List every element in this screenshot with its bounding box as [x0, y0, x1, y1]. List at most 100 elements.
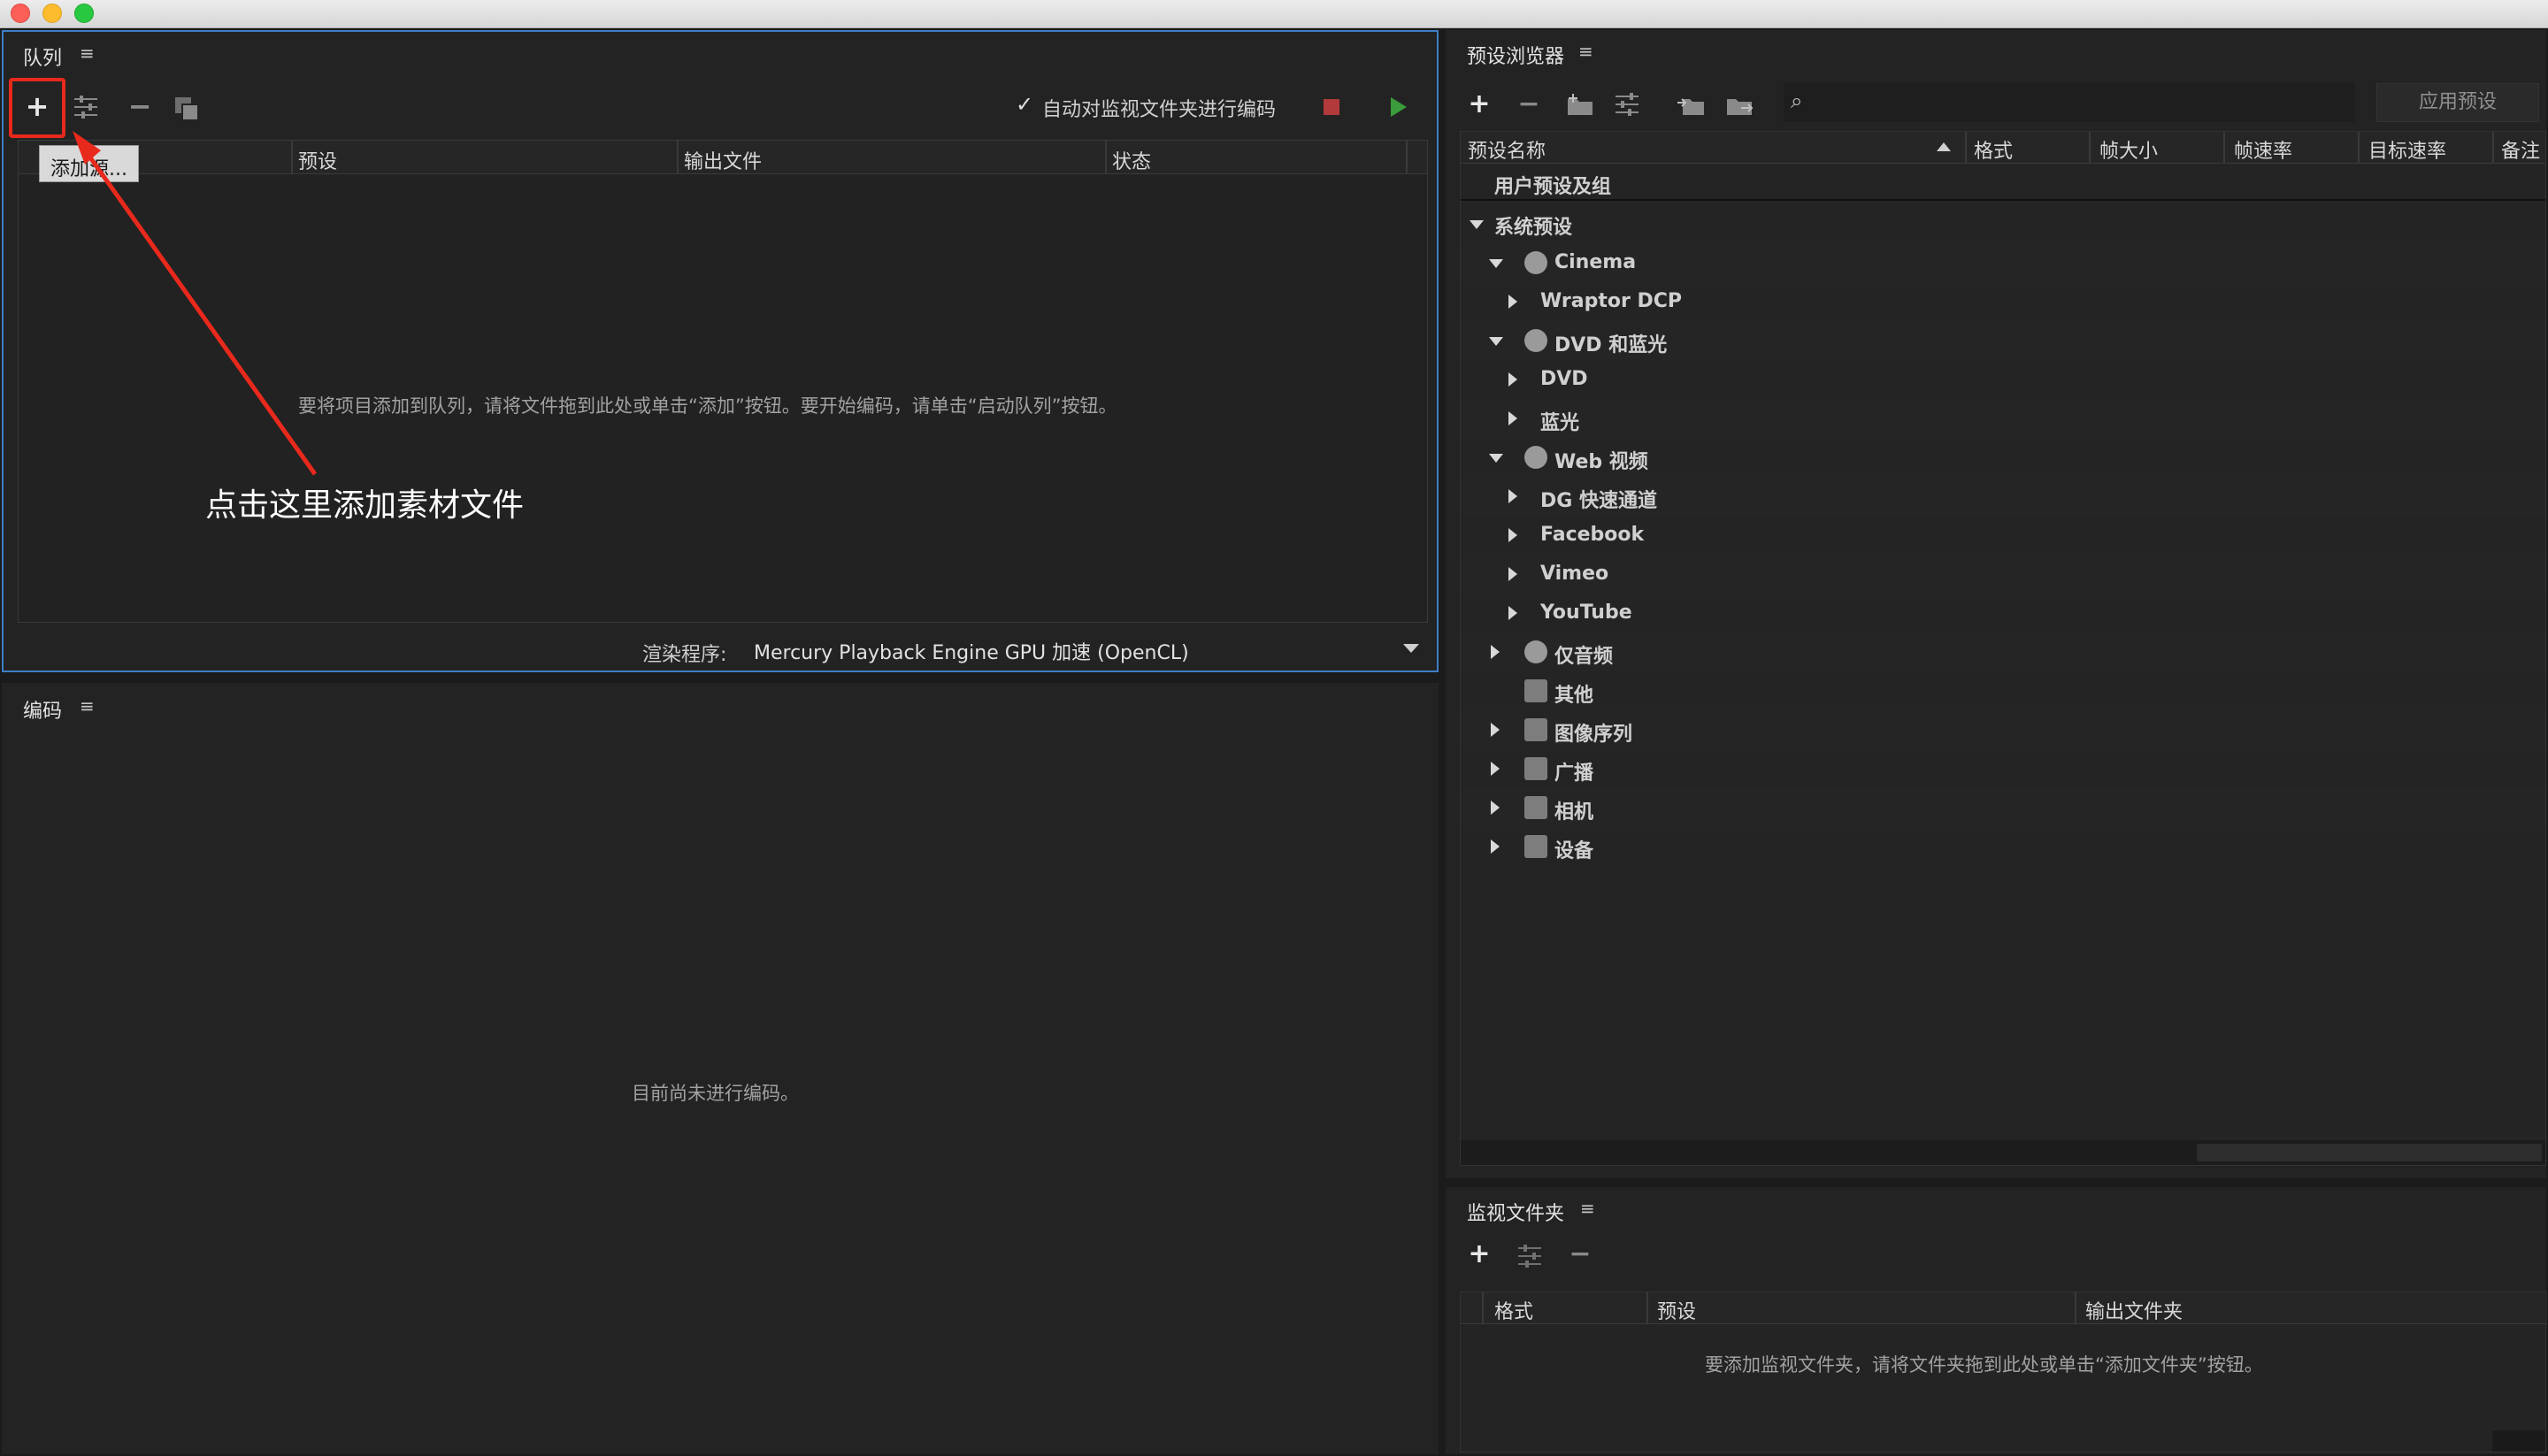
watch-folders-title: 监视文件夹: [1467, 1203, 1565, 1225]
preset-tree-item[interactable]: 广播: [1461, 749, 2545, 788]
queue-empty-hint: 要将项目添加到队列，请将文件拖到此处或单击“添加”按钮。要开始编码，请单击“启动…: [298, 395, 1117, 417]
delete-preset-icon[interactable]: −: [1508, 83, 1550, 126]
system-presets-group[interactable]: 系统预设: [1461, 204, 2545, 243]
preset-tree-item-label: Web 视频: [1554, 451, 1648, 473]
preset-tree-item[interactable]: Wraptor DCP: [1461, 282, 2545, 321]
encode-menu-icon[interactable]: ≡: [80, 695, 95, 717]
column-frame-rate[interactable]: 帧速率: [2234, 135, 2292, 164]
encode-panel: 编码 ≡ 目前尚未进行编码。: [2, 683, 1439, 1454]
encode-empty-hint: 目前尚未进行编码。: [632, 1083, 799, 1104]
expand-arrow-icon[interactable]: [1489, 337, 1503, 346]
sort-ascending-icon: [1937, 142, 1951, 151]
column-watch-preset[interactable]: 预设: [1657, 1296, 1696, 1324]
watch-settings-icon[interactable]: [1516, 1244, 1543, 1268]
remove-watch-folder-icon[interactable]: −: [1559, 1233, 1601, 1276]
preset-tree-item[interactable]: 其他: [1461, 671, 2545, 710]
watch-folder-checkbox-label: 自动对监视文件夹进行编码: [1042, 99, 1277, 121]
preset-tree-item[interactable]: 仅音频: [1461, 632, 2545, 671]
expand-arrow-icon[interactable]: [1489, 259, 1503, 268]
renderer-dropdown[interactable]: Mercury Playback Engine GPU 加速 (OpenCL): [741, 630, 1431, 665]
monitor-icon: [1524, 679, 1547, 702]
collapse-arrow-icon[interactable]: [1508, 528, 1517, 542]
start-queue-button[interactable]: [1391, 97, 1407, 117]
preset-tree-item[interactable]: YouTube: [1461, 594, 2545, 632]
column-watch-format[interactable]: 格式: [1494, 1296, 1533, 1324]
preset-tree-item-label: DVD: [1540, 368, 1588, 390]
renderer-value: Mercury Playback Engine GPU 加速 (OpenCL): [754, 642, 1189, 664]
collapse-arrow-icon[interactable]: [1508, 606, 1517, 620]
watch-empty-hint: 要添加监视文件夹，请将文件夹拖到此处或单击“添加文件夹”按钮。: [1705, 1354, 2263, 1376]
film-icon: [1524, 718, 1547, 741]
stop-queue-button[interactable]: [1324, 99, 1339, 115]
column-preset-name[interactable]: 预设名称: [1468, 135, 1546, 164]
watch-scrollbar[interactable]: [2492, 1430, 2545, 1452]
column-output-folder[interactable]: 输出文件夹: [2085, 1296, 2183, 1324]
search-icon: ⌕: [1791, 88, 1803, 113]
add-watch-folder-icon[interactable]: +: [1458, 1233, 1500, 1276]
collapse-arrow-icon[interactable]: [1491, 723, 1500, 737]
preset-tree-item-label: 其他: [1554, 685, 1594, 707]
preset-browser-menu-icon[interactable]: ≡: [1578, 41, 1593, 62]
preset-tree-item[interactable]: DG 快速通道: [1461, 477, 2545, 516]
preset-tree-item[interactable]: 设备: [1461, 827, 2545, 866]
new-group-icon[interactable]: [1566, 92, 1594, 117]
preset-tree-item-label: DVD 和蓝光: [1554, 334, 1668, 356]
preset-tree-item-label: Vimeo: [1540, 563, 1609, 585]
encode-title: 编码: [23, 701, 63, 723]
watch-folders-panel: 监视文件夹 ≡ + − 格式 预设 输出文件夹 要添加监视文件夹，请将文件夹拖到…: [1446, 1187, 2547, 1454]
collapse-arrow-icon[interactable]: [1508, 567, 1517, 581]
preset-tree-item[interactable]: 图像序列: [1461, 710, 2545, 749]
watch-header-row: 格式 预设 输出文件夹: [1461, 1292, 2547, 1324]
preset-header-row: 预设名称 格式 帧大小 帧速率 目标速率 备注: [1461, 132, 2545, 164]
preset-tree-item-label: 图像序列: [1554, 724, 1633, 746]
collapse-arrow-icon[interactable]: [1491, 645, 1500, 659]
preset-tree-item-label: 相机: [1554, 801, 1594, 824]
new-preset-icon[interactable]: +: [1458, 83, 1500, 126]
watch-folder-list[interactable]: 格式 预设 输出文件夹 要添加监视文件夹，请将文件夹拖到此处或单击“添加文件夹”…: [1460, 1291, 2547, 1452]
column-frame-size[interactable]: 帧大小: [2099, 135, 2158, 164]
scrollbar-thumb[interactable]: [2197, 1144, 2542, 1161]
collapse-arrow-icon[interactable]: [1508, 489, 1517, 503]
preset-tree-item-label: 仅音频: [1554, 646, 1614, 668]
preset-tree-item[interactable]: DVD 和蓝光: [1461, 321, 2545, 360]
annotation-arrow: [73, 131, 318, 476]
preset-tree-item-label: YouTube: [1540, 602, 1632, 624]
preset-tree[interactable]: 预设名称 格式 帧大小 帧速率 目标速率 备注 用户预设及组 系统预设 Cine…: [1460, 131, 2546, 1166]
user-presets-group[interactable]: 用户预设及组: [1461, 165, 2545, 201]
column-comment[interactable]: 备注: [2501, 135, 2540, 164]
window-titlebar: [0, 0, 2548, 28]
preset-tree-item[interactable]: Facebook: [1461, 516, 2545, 555]
preset-tree-item[interactable]: Vimeo: [1461, 555, 2545, 594]
preset-tree-item-label: Wraptor DCP: [1540, 290, 1682, 312]
preset-tree-item[interactable]: 相机: [1461, 788, 2545, 827]
column-target-rate[interactable]: 目标速率: [2368, 135, 2446, 164]
column-format[interactable]: 格式: [1974, 135, 2013, 164]
collapse-arrow-icon[interactable]: [1491, 839, 1500, 854]
preset-tree-item-label: Cinema: [1554, 251, 1637, 273]
preset-tree-item[interactable]: Cinema: [1461, 243, 2545, 282]
preset-horizontal-scrollbar[interactable]: [1461, 1140, 2545, 1165]
preset-tree-item[interactable]: 蓝光: [1461, 399, 2545, 438]
collapse-arrow-icon[interactable]: [1508, 295, 1517, 309]
preset-tree-item[interactable]: Web 视频: [1461, 438, 2545, 477]
column-output-file[interactable]: 输出文件: [684, 146, 762, 174]
watch-folder-checkbox[interactable]: ✓: [1016, 92, 1033, 117]
collapse-arrow-icon[interactable]: [1508, 372, 1517, 387]
export-preset-icon[interactable]: [1725, 92, 1755, 117]
collapse-arrow-icon[interactable]: [1491, 762, 1500, 776]
renderer-label: 渲染程序:: [642, 644, 727, 666]
collapse-arrow-icon[interactable]: [1491, 801, 1500, 815]
preset-search-input[interactable]: ⌕: [1784, 83, 2355, 122]
preset-settings-icon[interactable]: [1614, 92, 1640, 117]
expand-arrow-icon[interactable]: [1470, 220, 1484, 229]
preset-tree-item-label: 蓝光: [1540, 412, 1580, 434]
preset-tree-item-label: DG 快速通道: [1540, 490, 1657, 512]
watch-folders-menu-icon[interactable]: ≡: [1580, 1198, 1595, 1219]
preset-tree-item[interactable]: DVD: [1461, 360, 2545, 399]
column-status[interactable]: 状态: [1112, 146, 1151, 174]
expand-arrow-icon[interactable]: [1489, 454, 1503, 463]
import-preset-icon[interactable]: [1676, 92, 1706, 117]
apply-preset-button[interactable]: 应用预设: [2376, 83, 2539, 122]
collapse-arrow-icon[interactable]: [1508, 411, 1517, 425]
speaker-icon: [1524, 640, 1547, 663]
